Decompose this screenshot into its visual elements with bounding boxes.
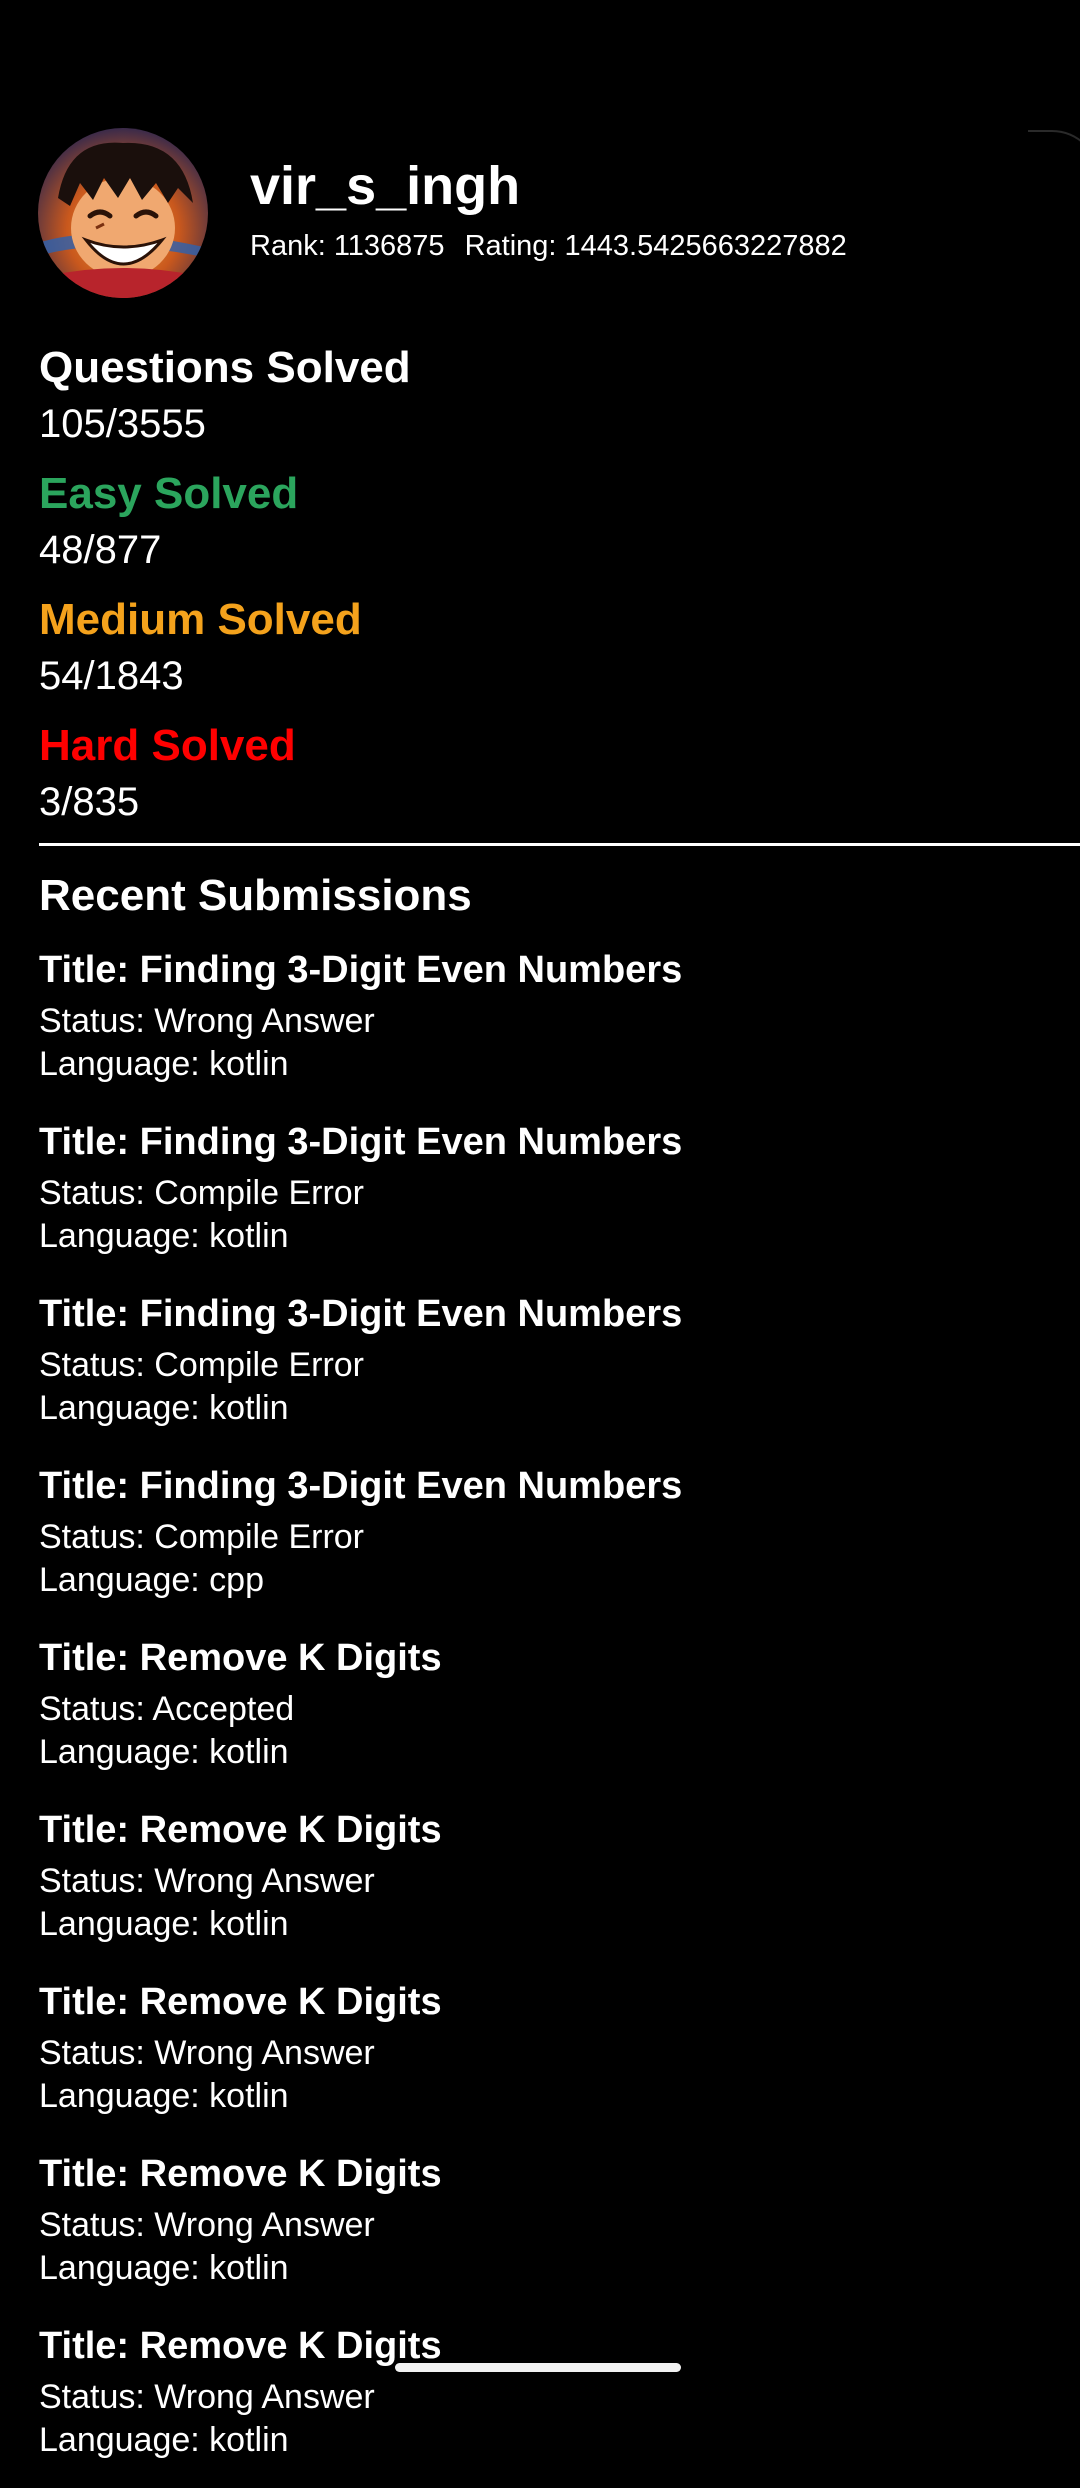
profile-text: vir_s_ingh Rank: 1136875 Rating: 1443.54… bbox=[250, 156, 847, 266]
submission-item[interactable]: Title: Finding 3-Digit Even Numbers Stat… bbox=[39, 940, 1039, 1112]
submission-item[interactable]: Title: Finding 3-Digit Even Numbers Stat… bbox=[39, 1284, 1039, 1456]
submission-language: Language: cpp bbox=[39, 1561, 264, 1599]
submission-status: Status: Wrong Answer bbox=[39, 2034, 375, 2072]
stat-questions-solved: Questions Solved 105/3555 bbox=[39, 340, 1039, 452]
stat-value: 48/877 bbox=[39, 528, 162, 572]
rank-text: Rank: 1136875 bbox=[250, 230, 445, 262]
submission-title: Title: Remove K Digits bbox=[39, 1981, 442, 2023]
stat-easy-solved: Easy Solved 48/877 bbox=[39, 466, 1039, 578]
submission-status: Status: Accepted bbox=[39, 1690, 295, 1728]
submission-status: Status: Compile Error bbox=[39, 1346, 364, 1384]
rating-text: Rating: 1443.5425663227882 bbox=[464, 230, 847, 262]
submission-status: Status: Wrong Answer bbox=[39, 2206, 375, 2244]
stat-label: Questions Solved bbox=[39, 343, 411, 392]
recent-submissions-heading: Recent Submissions bbox=[39, 871, 472, 920]
card-corner bbox=[1028, 130, 1080, 202]
submission-status: Status: Wrong Answer bbox=[39, 1002, 375, 1040]
stat-medium-solved: Medium Solved 54/1843 bbox=[39, 592, 1039, 704]
submission-title: Title: Finding 3-Digit Even Numbers bbox=[39, 1121, 683, 1163]
section-divider bbox=[39, 843, 1080, 846]
submission-language: Language: kotlin bbox=[39, 2077, 289, 2115]
submission-item[interactable]: Title: Remove K Digits Status: Wrong Ans… bbox=[39, 1972, 1039, 2144]
submission-item[interactable]: Title: Remove K Digits Status: Wrong Ans… bbox=[39, 2144, 1039, 2316]
submission-status: Status: Compile Error bbox=[39, 1174, 364, 1212]
submission-language: Language: kotlin bbox=[39, 2249, 289, 2287]
stat-value: 3/835 bbox=[39, 780, 140, 824]
submission-language: Language: kotlin bbox=[39, 1217, 289, 1255]
profile-screen: vir_s_ingh Rank: 1136875 Rating: 1443.54… bbox=[0, 0, 1080, 2459]
submission-item[interactable]: Title: Remove K Digits Status: Wrong Ans… bbox=[39, 2316, 1039, 2488]
submission-language: Language: kotlin bbox=[39, 1045, 289, 1083]
submissions-list[interactable]: Title: Finding 3-Digit Even Numbers Stat… bbox=[39, 940, 1039, 2488]
submission-status: Status: Wrong Answer bbox=[39, 2378, 375, 2416]
submission-item[interactable]: Title: Finding 3-Digit Even Numbers Stat… bbox=[39, 1112, 1039, 1284]
submission-item[interactable]: Title: Finding 3-Digit Even Numbers Stat… bbox=[39, 1456, 1039, 1628]
stat-value: 105/3555 bbox=[39, 402, 206, 446]
stats-section: Questions Solved 105/3555 Easy Solved 48… bbox=[39, 340, 1039, 844]
submission-item[interactable]: Title: Remove K Digits Status: Accepted … bbox=[39, 1628, 1039, 1800]
anime-avatar-icon[interactable] bbox=[38, 128, 208, 298]
stat-label: Medium Solved bbox=[39, 595, 362, 644]
submission-title: Title: Remove K Digits bbox=[39, 1809, 442, 1851]
submission-language: Language: kotlin bbox=[39, 1389, 289, 1427]
submission-language: Language: kotlin bbox=[39, 1733, 289, 1771]
stat-label: Easy Solved bbox=[39, 469, 299, 518]
submission-title: Title: Finding 3-Digit Even Numbers bbox=[39, 949, 683, 991]
submission-title: Title: Remove K Digits bbox=[39, 2153, 442, 2195]
submission-language: Language: kotlin bbox=[39, 1905, 289, 1943]
submission-status: Status: Compile Error bbox=[39, 1518, 364, 1556]
rank-rating-row: Rank: 1136875 Rating: 1443.5425663227882 bbox=[250, 226, 847, 266]
username: vir_s_ingh bbox=[250, 156, 521, 216]
submission-status: Status: Wrong Answer bbox=[39, 1862, 375, 1900]
submission-title: Title: Remove K Digits bbox=[39, 1637, 442, 1679]
submission-item[interactable]: Title: Remove K Digits Status: Wrong Ans… bbox=[39, 1800, 1039, 1972]
home-indicator-bar[interactable] bbox=[395, 2363, 681, 2372]
stat-value: 54/1843 bbox=[39, 654, 184, 698]
profile-header: vir_s_ingh Rank: 1136875 Rating: 1443.54… bbox=[38, 128, 847, 298]
stat-hard-solved: Hard Solved 3/835 bbox=[39, 718, 1039, 830]
submission-title: Title: Finding 3-Digit Even Numbers bbox=[39, 1465, 683, 1507]
submission-language: Language: kotlin bbox=[39, 2421, 289, 2459]
stat-label: Hard Solved bbox=[39, 721, 296, 770]
submission-title: Title: Finding 3-Digit Even Numbers bbox=[39, 1293, 683, 1335]
